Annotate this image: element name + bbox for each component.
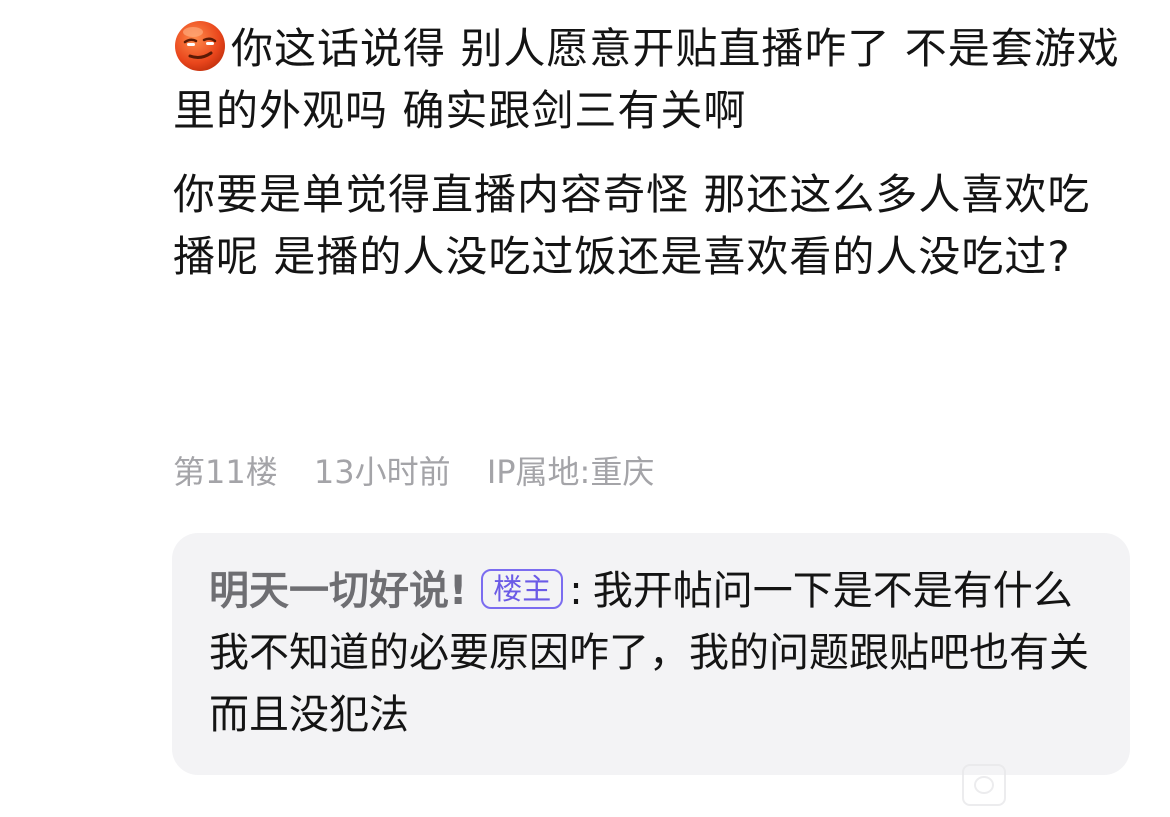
reply-colon: : xyxy=(569,568,583,614)
reply-preview[interactable]: 明天一切好说! 楼主: 我开帖问一下是不是有什么我不知道的必要原因咋了，我的问题跟贴… xyxy=(172,533,1130,775)
comment-body[interactable]: 你这话说得 别人愿意开贴直播咋了 不是套游戏里的外观吗 确实跟剑三有关啊 你要是… xyxy=(173,18,1123,288)
comment-paragraph-2: 你要是单觉得直播内容奇怪 那还这么多人喜欢吃播呢 是播的人没吃过饭还是喜欢看的人… xyxy=(173,170,1091,281)
smirk-face-emoji-icon xyxy=(175,21,225,71)
reply-author-name[interactable]: 明天一切好说! xyxy=(209,568,467,614)
post-time: 13小时前 xyxy=(313,453,451,491)
comment-text-1: 你这话说得 别人愿意开贴直播咋了 不是套游戏里的外观吗 确实跟剑三有关啊 xyxy=(173,24,1120,135)
floor-number: 第11楼 xyxy=(173,453,278,491)
comment-meta: 第11楼 13小时前 IP属地:重庆 xyxy=(173,447,654,493)
comment-page: 你这话说得 别人愿意开贴直播咋了 不是套游戏里的外观吗 确实跟剑三有关啊 你要是… xyxy=(0,0,1170,817)
watermark-logo-icon xyxy=(962,764,1006,806)
ip-location: IP属地:重庆 xyxy=(486,453,655,491)
reply-content: 明天一切好说! 楼主: 我开帖问一下是不是有什么我不知道的必要原因咋了，我的问题跟贴… xyxy=(209,560,1089,746)
op-badge: 楼主 xyxy=(481,569,564,609)
comment-paragraph-1: 你这话说得 别人愿意开贴直播咋了 不是套游戏里的外观吗 确实跟剑三有关啊 xyxy=(173,18,1123,142)
